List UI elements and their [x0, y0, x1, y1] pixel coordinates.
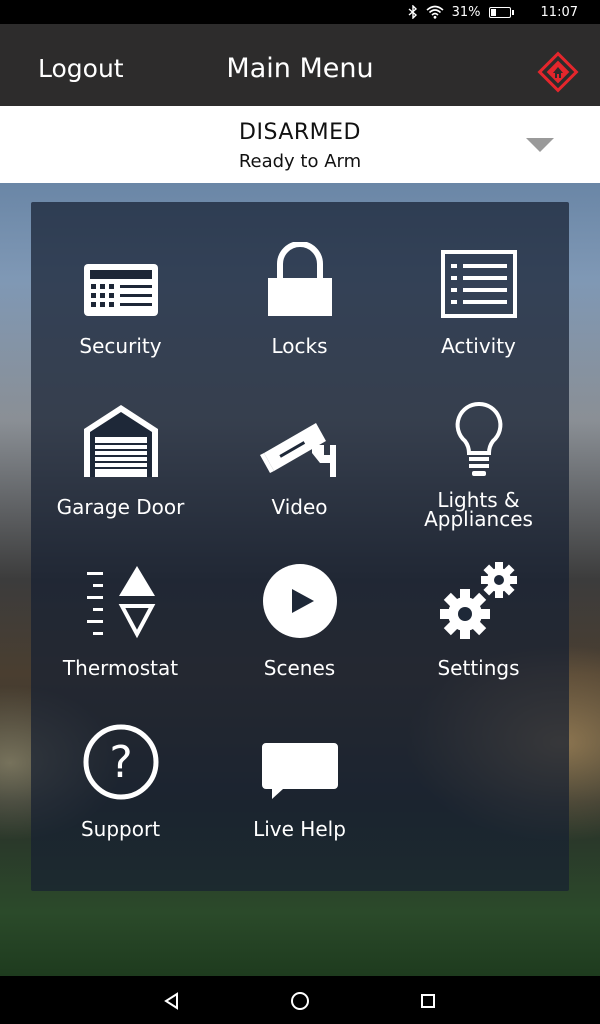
- menu-item-label: Video: [271, 495, 328, 519]
- arm-subtitle: Ready to Arm: [238, 151, 362, 172]
- battery-icon: [488, 6, 514, 18]
- menu-panel: Security Locks Activity Garage Door Vide…: [31, 202, 569, 891]
- arm-state: DISARMED: [239, 120, 361, 145]
- svg-text:?: ?: [109, 737, 132, 788]
- camera-icon: [259, 423, 336, 477]
- clock: 11:07: [540, 4, 578, 20]
- menu-item-support[interactable]: ? Support: [31, 685, 210, 846]
- menu-item-label: Support: [80, 817, 161, 841]
- chat-bubble-icon: [261, 743, 338, 799]
- menu-item-thermostat[interactable]: Thermostat: [31, 524, 210, 685]
- app-header: Logout Main Menu: [0, 24, 600, 106]
- menu-item-label: Settings: [437, 656, 520, 680]
- menu-item-scenes[interactable]: Scenes: [210, 524, 389, 685]
- keypad-icon: [83, 264, 158, 316]
- garage-icon: [83, 405, 158, 477]
- menu-item-activity[interactable]: Activity: [389, 202, 568, 363]
- status-bar: 31% 11:07: [0, 0, 600, 24]
- arm-status-selector[interactable]: DISARMED Ready to Arm: [0, 106, 600, 183]
- menu-item-label: Scenes: [263, 656, 336, 680]
- menu-item-live-help[interactable]: Live Help: [210, 685, 389, 846]
- recents-icon[interactable]: [415, 988, 441, 1014]
- system-nav-bar: [0, 976, 600, 1024]
- question-icon: ?: [83, 724, 158, 800]
- home-shield-icon[interactable]: [536, 50, 580, 94]
- page-title: Main Menu: [226, 53, 374, 84]
- menu-item-security[interactable]: Security: [31, 202, 210, 363]
- gears-icon: [439, 562, 517, 639]
- back-icon[interactable]: [159, 988, 185, 1014]
- menu-item-label: Live Help: [253, 817, 346, 841]
- menu-item-garage-door[interactable]: Garage Door: [31, 363, 210, 524]
- thermostat-icon: [86, 566, 155, 639]
- menu-item-settings[interactable]: Settings: [389, 524, 568, 685]
- menu-item-locks[interactable]: Locks: [210, 202, 389, 363]
- menu-item-label: Locks: [271, 334, 328, 358]
- wifi-icon: [426, 5, 444, 19]
- home-icon[interactable]: [287, 988, 313, 1014]
- lock-icon: [267, 242, 332, 316]
- menu-item-label: Activity: [441, 334, 516, 358]
- bluetooth-icon: [408, 5, 418, 19]
- battery-percent: 31%: [451, 4, 481, 20]
- menu-item-label: Security: [79, 334, 162, 358]
- menu-item-label: Garage Door: [56, 495, 185, 519]
- list-icon: [440, 250, 517, 318]
- menu-item-lights-appliances[interactable]: Lights & Appliances: [389, 363, 568, 529]
- dropdown-caret-icon[interactable]: [526, 138, 554, 152]
- menu-item-video[interactable]: Video: [210, 363, 389, 524]
- menu-item-label: Thermostat: [62, 656, 179, 680]
- lightbulb-icon: [455, 401, 502, 476]
- play-icon: [262, 564, 337, 638]
